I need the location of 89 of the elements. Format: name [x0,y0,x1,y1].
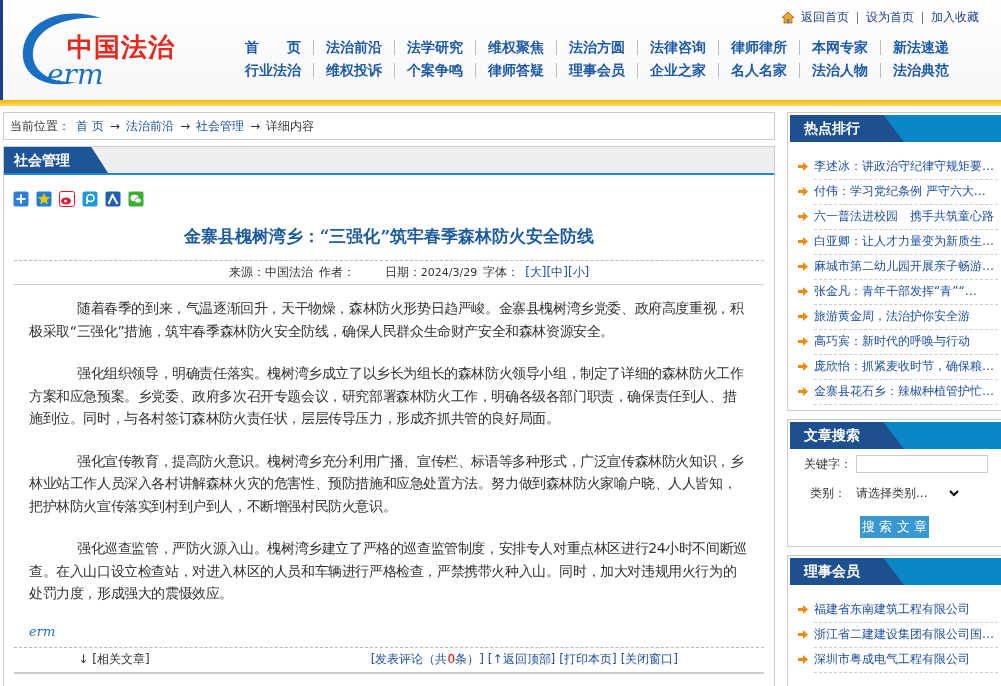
bullet-arrow-icon [798,237,808,246]
breadcrumb-link[interactable]: 法治前沿 [125,117,174,135]
date-text: 日期：2024/3/29 [384,264,478,281]
arrow-icon: → [249,119,260,133]
breadcrumb-label: 当前位置： [10,117,70,135]
nav-link[interactable]: 个案争鸣 [394,63,475,78]
chat-bubble-icon[interactable] [128,191,144,207]
bullet-arrow-icon [798,605,808,614]
arrow-icon: → [179,119,190,133]
logo-letters: erm [29,623,56,639]
related-link[interactable]: [相关文章] [92,651,150,666]
nav-link[interactable]: 理事会员 [556,63,637,78]
hot-article-link[interactable]: 高巧宾：新时代的呼唤与行动 [814,328,998,355]
nav-link[interactable]: 法治人物 [799,63,880,78]
bullet-arrow-icon [798,655,808,664]
font-size-link[interactable]: [小] [567,265,590,279]
breadcrumb-current: 详细内容 [266,117,314,135]
weibo-icon[interactable] [59,191,75,207]
arrow-icon: → [109,119,120,133]
nav-link[interactable]: 法治典范 [880,63,961,78]
bullet-arrow-icon [798,187,808,196]
member-link[interactable]: 深圳市粤成电气工程有限公司 [814,646,998,673]
chevron-down-icon [949,490,960,497]
hot-article-link[interactable]: 旅游黄金周，法治护你安全游 [814,303,998,330]
nav-link[interactable]: 行业法治 [233,63,313,78]
bullet-arrow-icon [798,337,808,346]
nav-link[interactable]: 企业之家 [637,63,718,78]
nav-link[interactable]: 新法速递 [880,40,961,55]
keyword-label: 关键字： [804,455,852,473]
nav-link[interactable]: 法律咨询 [637,40,718,55]
bullet-arrow-icon [798,387,808,396]
nav-link[interactable]: 首 页 [233,40,313,55]
font-size-link[interactable]: [大] [525,265,547,279]
panel-title: 热点排行 [790,115,904,142]
plus-icon[interactable] [13,191,29,207]
member-link[interactable]: 福建省东南建筑工程有限公司 [814,596,998,623]
bullet-arrow-icon [798,312,808,321]
top-link[interactable]: 加入收藏 [931,9,979,26]
comment-link[interactable]: [发表评论（共0条）] [370,650,484,668]
bullet-arrow-icon [798,630,808,639]
member-link[interactable]: 浙江省二建建设集团有限公司国… [814,621,998,648]
nav-link[interactable]: 名人名家 [718,63,799,78]
star-icon[interactable] [36,191,52,207]
logo-title: 中国法治 [67,31,175,64]
hot-article-link[interactable]: 六一普法进校园 携手共筑童心路 [814,203,998,230]
article-paragraph: 随着春季的到来，气温逐渐回升，天干物燥，森林防火形势日趋严峻。金寨县槐树湾乡党委、政府高度重视，积极采取“三强化”措施，筑牢春季森林防火安全防线，确保人民群众生命财产安全和森林资源安全。 [29,299,745,341]
author-label: 作者： [318,264,355,281]
hot-article-link[interactable]: 白亚卿：让人才力量变为新质生… [814,228,998,255]
category-label: 类别： [810,485,846,502]
person-icon[interactable] [105,191,121,207]
back-top-link[interactable]: [↑返回顶部] [487,650,556,668]
nav-link[interactable]: 律师答疑 [475,63,556,78]
breadcrumb-link[interactable]: 社会管理 [195,117,244,135]
bullet-arrow-icon [798,287,808,296]
source-text: 来源：中国法治 [228,264,313,281]
hot-article-link[interactable]: 麻城市第二幼儿园开展亲子畅游… [814,253,998,280]
nav-link[interactable]: 法治前沿 [313,40,394,55]
article-paragraph: 强化宣传教育，提高防火意识。槐树湾乡充分利用广播、宣传栏、标语等多种形式，广泛宣传森林防火知识，乡林业站工作人员深入各村讲解森林火灾的危害性、预防措施和应急处置方法。努力做到森林防火家喻户晓、人人皆知，把护林防火宣传落实到村到户到人，不断增强村民防火意识。 [29,451,745,516]
nav-link[interactable]: 律师律所 [718,40,799,55]
article-paragraph: 强化巡查监管，严防火源入山。槐树湾乡建立了严格的巡查监管制度，安排专人对重点林区进行24小时不间断巡查。在入山口设立检查站，对进入林区的人员和车辆进行严格检查，严禁携带火种入山。同时，加大对违规用火行为的处罚力度，形成强大的震慑效应。 [29,539,748,603]
category-select[interactable]: 请选择类别... [850,483,966,504]
nav-link[interactable]: 维权聚焦 [475,40,556,55]
bullet-arrow-icon [798,162,808,171]
panel-title: 理事会员 [790,558,904,585]
nav-link[interactable]: 维权投诉 [313,63,394,78]
hot-article-link[interactable]: 金寨县花石乡：辣椒种植管护忙… [814,378,998,405]
article-paragraph: 强化组织领导，明确责任落实。槐树湾乡成立了以乡长为组长的森林防火领导小组，制定了详细的森林防火工作方案和应急预案。乡党委、政府多次召开专题会议，研究部署森林防火工作，明确各级各部门职责，确保责任到人、措施到位。同时，与各村签订森林防火责任状，层层传导压力，形成齐抓共管的良好局面。 [29,364,745,428]
down-arrow-icon: ↓ [78,651,89,666]
top-link[interactable]: 设为首页 [866,9,914,26]
font-size-label: 字体： [483,264,520,281]
top-link[interactable]: 返回首页 [801,9,849,26]
close-window-link[interactable]: [关闭窗口] [620,650,678,668]
keyword-field[interactable] [856,455,988,473]
hot-article-link[interactable]: 李述冰：讲政治守纪律守规矩要… [814,153,998,180]
panel-title: 文章搜索 [790,422,904,449]
nav-link[interactable]: 法治方圆 [556,40,637,55]
bullet-arrow-icon [798,262,808,271]
bullet-arrow-icon [798,212,808,221]
hot-article-link[interactable]: 张金凡：青年干部发挥“青”“… [814,278,998,305]
nav-link[interactable]: 本网专家 [799,40,880,55]
hot-article-link[interactable]: 付伟：学习党纪条例 严守六大… [814,178,998,205]
bullet-arrow-icon [798,362,808,371]
nav-link[interactable]: 法学研究 [394,40,475,55]
article-title: 金寨县槐树湾乡：“三强化”筑牢春季森林防火安全防线 [182,225,596,248]
font-size-link[interactable]: [中] [546,265,568,279]
breadcrumb-link[interactable]: 首 页 [76,117,104,135]
section-title: 社会管理 [4,147,108,173]
hot-article-link[interactable]: 庞欣怡：抓紧麦收时节，确保粮… [814,353,998,380]
print-link[interactable]: [打印本页] [559,650,617,668]
